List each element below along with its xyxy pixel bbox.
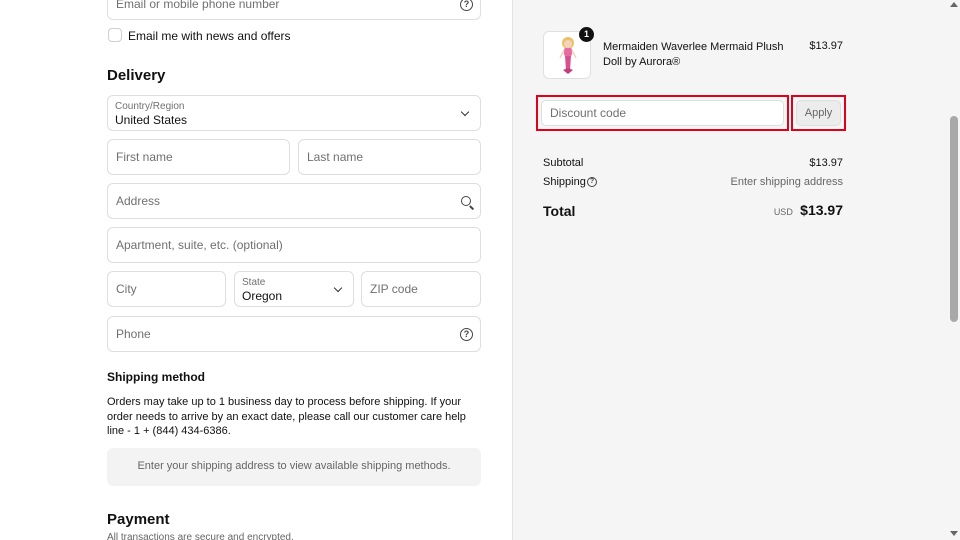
city-field[interactable]: City <box>107 271 226 307</box>
chevron-down-icon <box>333 283 343 293</box>
email-field[interactable]: Email or mobile phone number ? <box>107 0 481 20</box>
first-name-placeholder: First name <box>116 150 173 164</box>
product-name: Mermaiden Waverlee Mermaid Plush Doll by… <box>603 41 784 68</box>
shipping-value: Enter shipping address <box>730 176 843 188</box>
apartment-field[interactable]: Apartment, suite, etc. (optional) <box>107 227 481 263</box>
search-icon[interactable] <box>461 196 471 206</box>
phone-field[interactable]: Phone ? <box>107 316 481 352</box>
order-summary: 1 Mermaiden Waverlee Mermaid Plush Doll … <box>512 0 948 540</box>
country-label: Country/Region <box>115 101 185 112</box>
apply-label: Apply <box>804 107 833 119</box>
scroll-down-arrow-icon[interactable] <box>950 531 958 536</box>
scroll-up-arrow-icon[interactable] <box>950 2 958 7</box>
state-label: State <box>242 277 266 288</box>
apply-button[interactable]: Apply <box>791 95 846 131</box>
payment-heading: Payment <box>107 511 170 528</box>
country-value: United States <box>115 113 188 127</box>
news-checkbox-label: Email me with news and offers <box>128 29 291 43</box>
payment-subtext: All transactions are secure and encrypte… <box>107 532 294 540</box>
total-amount: USD $13.97 <box>713 202 843 218</box>
discount-input-box[interactable]: Discount code <box>541 100 784 126</box>
shipping-method-heading: Shipping method <box>107 370 205 384</box>
checkout-form: Email or mobile phone number ? Email me … <box>0 0 512 540</box>
email-placeholder: Email or mobile phone number <box>116 0 280 11</box>
first-name-field[interactable]: First name <box>107 139 290 175</box>
apartment-placeholder: Apartment, suite, etc. (optional) <box>116 238 283 252</box>
help-icon[interactable]: ? <box>460 328 473 341</box>
country-select[interactable]: Country/Region United States <box>107 95 481 131</box>
city-placeholder: City <box>116 282 137 296</box>
zip-field[interactable]: ZIP code <box>361 271 481 307</box>
shipping-empty-message: Enter your shipping address to view avai… <box>137 460 451 472</box>
discount-code-field[interactable]: Discount code <box>536 95 789 131</box>
news-checkbox[interactable] <box>108 28 122 42</box>
shipping-label: Shipping <box>543 176 586 188</box>
quantity-badge: 1 <box>579 27 594 42</box>
shipping-methods-box: Enter your shipping address to view avai… <box>107 448 481 486</box>
help-icon[interactable]: ? <box>587 177 597 187</box>
scrollbar-thumb[interactable] <box>950 116 958 322</box>
delivery-heading: Delivery <box>107 67 166 84</box>
subtotal-value: $13.97 <box>809 157 843 169</box>
state-value: Oregon <box>242 289 283 303</box>
apply-button-face[interactable]: Apply <box>796 100 841 126</box>
quantity-value: 1 <box>583 29 589 39</box>
discount-placeholder: Discount code <box>550 106 627 120</box>
shipping-notice: Orders may take up to 1 business day to … <box>107 396 466 437</box>
subtotal-label: Subtotal <box>543 157 584 169</box>
total-currency: USD <box>773 207 793 217</box>
phone-placeholder: Phone <box>116 327 151 341</box>
total-label: Total <box>543 203 576 219</box>
last-name-placeholder: Last name <box>307 150 364 164</box>
address-placeholder: Address <box>116 194 161 208</box>
product-price: $13.97 <box>809 40 843 52</box>
total-value: $13.97 <box>800 202 843 218</box>
help-icon[interactable]: ? <box>460 0 473 11</box>
zip-placeholder: ZIP code <box>370 282 418 296</box>
address-field[interactable]: Address <box>107 183 481 219</box>
chevron-down-icon <box>460 107 470 117</box>
last-name-field[interactable]: Last name <box>298 139 481 175</box>
state-select[interactable]: State Oregon <box>234 271 354 307</box>
